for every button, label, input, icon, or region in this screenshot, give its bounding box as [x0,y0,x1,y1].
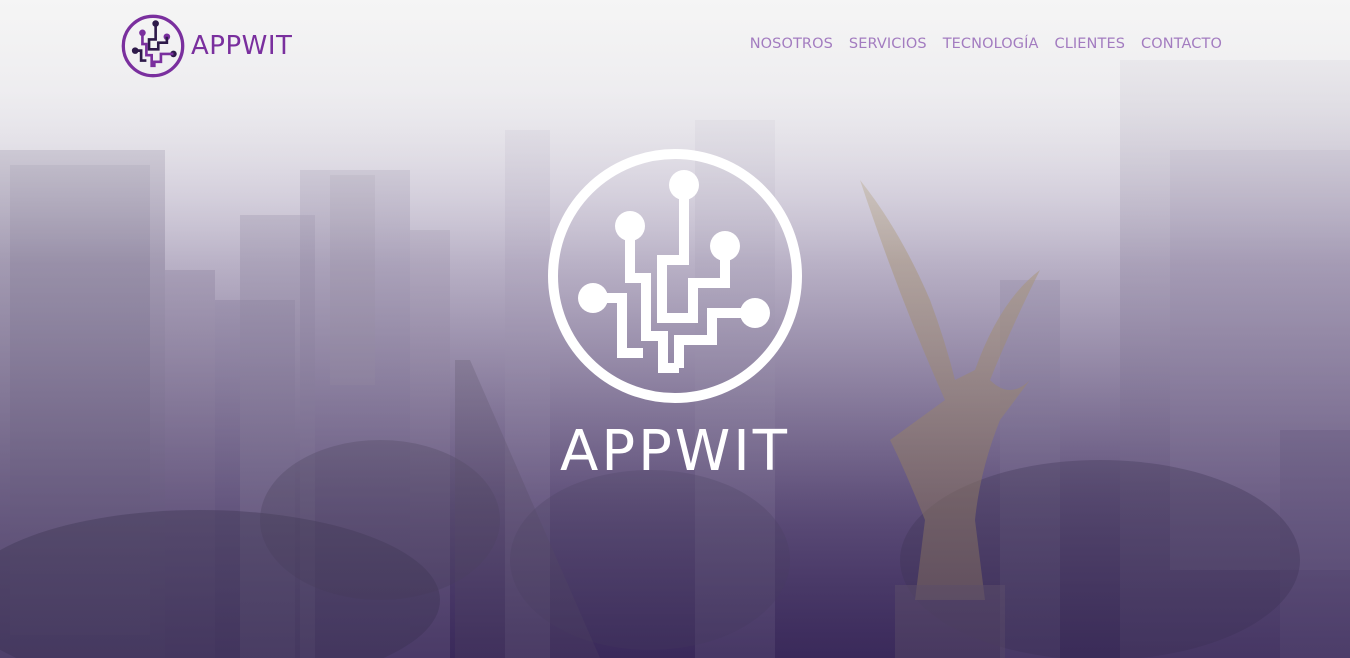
hero-circuit-tree-logo-icon [548,149,802,403]
nav-item-tecnologia[interactable]: TECNOLOGÍA [943,36,1039,52]
circuit-tree-logo-icon [121,14,185,78]
nav-item-nosotros[interactable]: NOSOTROS [750,36,833,52]
brand-name: APPWIT [191,31,293,61]
top-navbar: APPWIT NOSOTROS SERVICIOS TECNOLOGÍA CLI… [0,0,1350,92]
nav-item-servicios[interactable]: SERVICIOS [849,36,927,52]
hero-title: APPWIT [560,419,790,484]
nav-item-contacto[interactable]: CONTACTO [1141,36,1222,52]
brand-logo-link[interactable]: APPWIT [120,12,292,80]
nav-item-clientes[interactable]: CLIENTES [1055,36,1126,52]
hero-section: APPWIT NOSOTROS SERVICIOS TECNOLOGÍA CLI… [0,0,1350,658]
main-nav: NOSOTROS SERVICIOS TECNOLOGÍA CLIENTES C… [750,36,1222,52]
